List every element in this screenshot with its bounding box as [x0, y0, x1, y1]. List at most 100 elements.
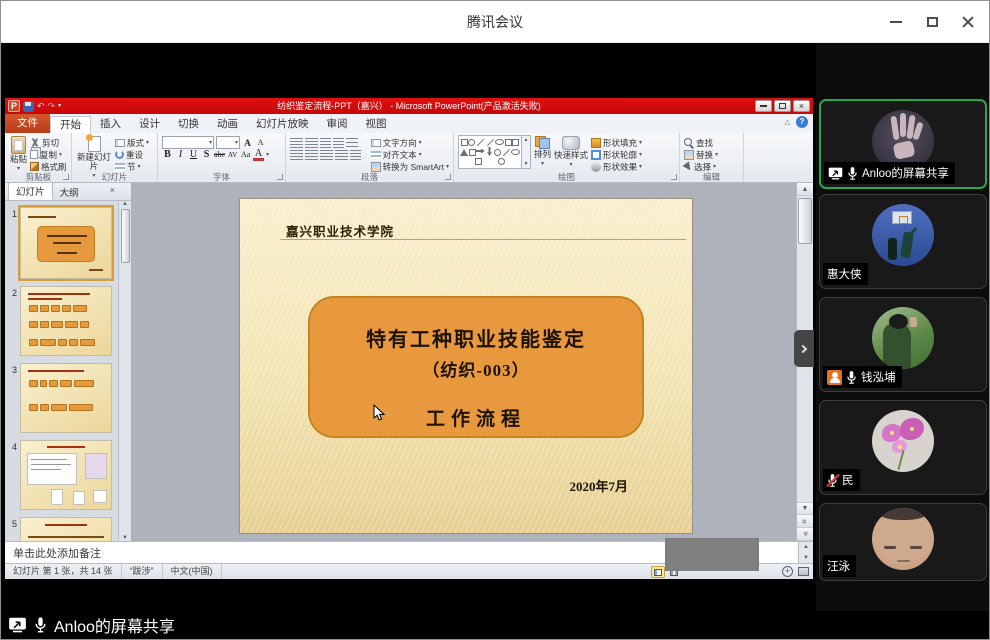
character-spacing-button[interactable]: AV — [227, 151, 238, 159]
layout-button[interactable]: 版式▾ — [115, 137, 149, 148]
font-color-button[interactable]: A — [253, 149, 264, 161]
redo-icon[interactable]: ↷ — [48, 101, 56, 111]
undo-icon[interactable]: ↶ — [37, 101, 45, 111]
paragraph-dialog-launcher[interactable] — [445, 174, 451, 180]
slide-thumbnail-1[interactable]: 1 — [5, 207, 131, 279]
ppt-minimize-button[interactable] — [755, 100, 772, 112]
align-center-icon[interactable] — [305, 150, 318, 160]
ppt-close-button[interactable]: × — [793, 100, 810, 112]
copy-button[interactable]: 复制▾ — [30, 149, 67, 160]
participant-tile-anloo[interactable]: Anloo的屏幕共享 — [819, 99, 987, 189]
minimize-button[interactable] — [883, 9, 909, 35]
participant-tile-qianhongpu[interactable]: 钱泓埔 — [819, 297, 987, 392]
pane-scrollbar-thumb[interactable] — [121, 209, 130, 263]
next-slide-button[interactable]: « — [797, 528, 813, 541]
notes-scrollbar[interactable]: ▲ ▼ — [798, 542, 813, 563]
normal-view-button[interactable] — [651, 566, 665, 578]
status-language[interactable]: 中文(中国) — [163, 564, 222, 579]
shapes-gallery[interactable]: ▲ ▼ — [458, 135, 531, 169]
italic-button[interactable]: I — [175, 149, 186, 160]
help-icon[interactable]: ? — [796, 116, 808, 128]
shape-outline-button[interactable]: 形状轮廓▾ — [591, 149, 642, 160]
tab-transitions[interactable]: 切换 — [169, 116, 208, 133]
line-spacing-icon[interactable] — [346, 138, 358, 148]
slide-thumbnail-2[interactable]: 2 — [5, 286, 131, 356]
drawing-dialog-launcher[interactable] — [671, 174, 677, 180]
tab-file[interactable]: 文件 — [5, 114, 50, 133]
decrease-indent-icon[interactable] — [320, 138, 331, 148]
section-button[interactable]: 节▾ — [115, 161, 149, 172]
justify-icon[interactable] — [335, 150, 348, 160]
slide-thumbnail-5[interactable]: 5 — [5, 517, 131, 541]
screen-share-icon — [828, 167, 843, 180]
zoom-in-icon[interactable]: + — [782, 566, 793, 577]
participant-label: 汪泳 — [823, 555, 856, 577]
bold-button[interactable]: B — [162, 149, 173, 160]
select-button[interactable]: 选择▾ — [684, 161, 718, 172]
fit-to-window-icon[interactable] — [798, 567, 809, 576]
align-text-button[interactable]: 对齐文本▾ — [371, 149, 449, 160]
convert-smartart-button[interactable]: 转换为 SmartArt▾ — [371, 161, 449, 172]
paste-button[interactable]: 粘贴 ▾ — [10, 135, 27, 174]
font-name-combo[interactable] — [162, 136, 214, 149]
arrange-button[interactable]: 排列 ▾ — [534, 135, 551, 169]
pane-tab-outline[interactable]: 大纲 — [53, 184, 86, 200]
shrink-font-button[interactable]: A — [255, 138, 266, 147]
tab-view[interactable]: 视图 — [357, 116, 396, 133]
tab-home[interactable]: 开始 — [50, 116, 91, 133]
shape-effects-button[interactable]: 形状效果▾ — [591, 161, 642, 172]
reset-button[interactable]: 重设 — [115, 149, 149, 160]
scroll-down-button[interactable]: ▼ — [797, 502, 813, 515]
scrollbar-thumb[interactable] — [798, 198, 812, 244]
previous-slide-button[interactable]: « — [797, 515, 813, 528]
save-icon[interactable] — [23, 101, 34, 112]
change-case-button[interactable]: Aa — [240, 150, 251, 159]
new-slide-icon — [88, 136, 101, 152]
columns-icon[interactable] — [350, 150, 361, 160]
tab-slideshow[interactable]: 幻灯片放映 — [247, 116, 318, 133]
grow-font-button[interactable]: A — [242, 138, 253, 148]
shapes-scroll[interactable]: ▲ ▼ — [522, 135, 531, 169]
find-button[interactable]: 查找 — [684, 137, 718, 148]
strikethrough-button[interactable]: abc — [214, 150, 225, 159]
align-right-icon[interactable] — [320, 150, 333, 160]
collapse-panel-handle[interactable] — [794, 330, 814, 367]
underline-button[interactable]: U — [188, 149, 199, 160]
font-dialog-launcher[interactable] — [277, 174, 283, 180]
ppt-window-title: 纺织鉴定流程-PPT（嘉兴） - Microsoft PowerPoint(产品… — [5, 98, 813, 114]
close-button[interactable] — [955, 9, 981, 35]
cut-button[interactable]: 剪切 — [30, 137, 67, 148]
participant-tile-huidaxia[interactable]: 惠大侠 — [819, 194, 987, 289]
status-slide-info: 幻灯片 第 1 张，共 14 张 — [5, 564, 122, 579]
ppt-restore-button[interactable] — [774, 100, 791, 112]
slide-title-box[interactable]: 特有工种职业技能鉴定 （纺织-003） 工作流程 — [308, 296, 644, 438]
pane-scrollbar[interactable]: ▲ ▼ — [118, 201, 131, 541]
slide-thumbnail-4[interactable]: 4 — [5, 440, 131, 510]
quick-styles-button[interactable]: 快速样式 ▾ — [554, 135, 588, 170]
tab-review[interactable]: 审阅 — [318, 116, 357, 133]
tab-design[interactable]: 设计 — [130, 116, 169, 133]
collapse-ribbon-icon[interactable]: △ — [785, 118, 790, 126]
shape-fill-button[interactable]: 形状填充▾ — [591, 137, 642, 148]
shadow-button[interactable]: S — [201, 149, 212, 160]
pane-close-icon[interactable]: × — [110, 186, 115, 195]
format-painter-button[interactable]: 格式刷 — [30, 161, 67, 172]
participant-tile-wangyong[interactable]: 汪泳 — [819, 503, 987, 581]
numbering-icon[interactable] — [305, 138, 318, 148]
maximize-button[interactable] — [919, 9, 945, 35]
text-direction-button[interactable]: 文字方向▾ — [371, 137, 449, 148]
bullets-icon[interactable] — [290, 138, 303, 148]
participant-tile-min[interactable]: 民 — [819, 400, 987, 495]
align-left-icon[interactable] — [290, 150, 303, 160]
pane-tab-slides[interactable]: 幻灯片 — [8, 182, 53, 200]
replace-button[interactable]: 替换▾ — [684, 149, 718, 160]
scroll-up-button[interactable]: ▲ — [797, 183, 813, 196]
font-size-combo[interactable] — [216, 136, 240, 149]
tab-animations[interactable]: 动画 — [208, 116, 247, 133]
increase-indent-icon[interactable] — [333, 138, 344, 148]
tab-insert[interactable]: 插入 — [91, 116, 130, 133]
clipboard-dialog-launcher[interactable] — [63, 174, 69, 180]
qat-customize-icon[interactable]: ▾ — [58, 101, 61, 111]
slide-thumbnail-3[interactable]: 3 — [5, 363, 131, 433]
slide[interactable]: 嘉兴职业技术学院 特有工种职业技能鉴定 （纺织-003） 工作流程 2020年7… — [239, 198, 693, 534]
